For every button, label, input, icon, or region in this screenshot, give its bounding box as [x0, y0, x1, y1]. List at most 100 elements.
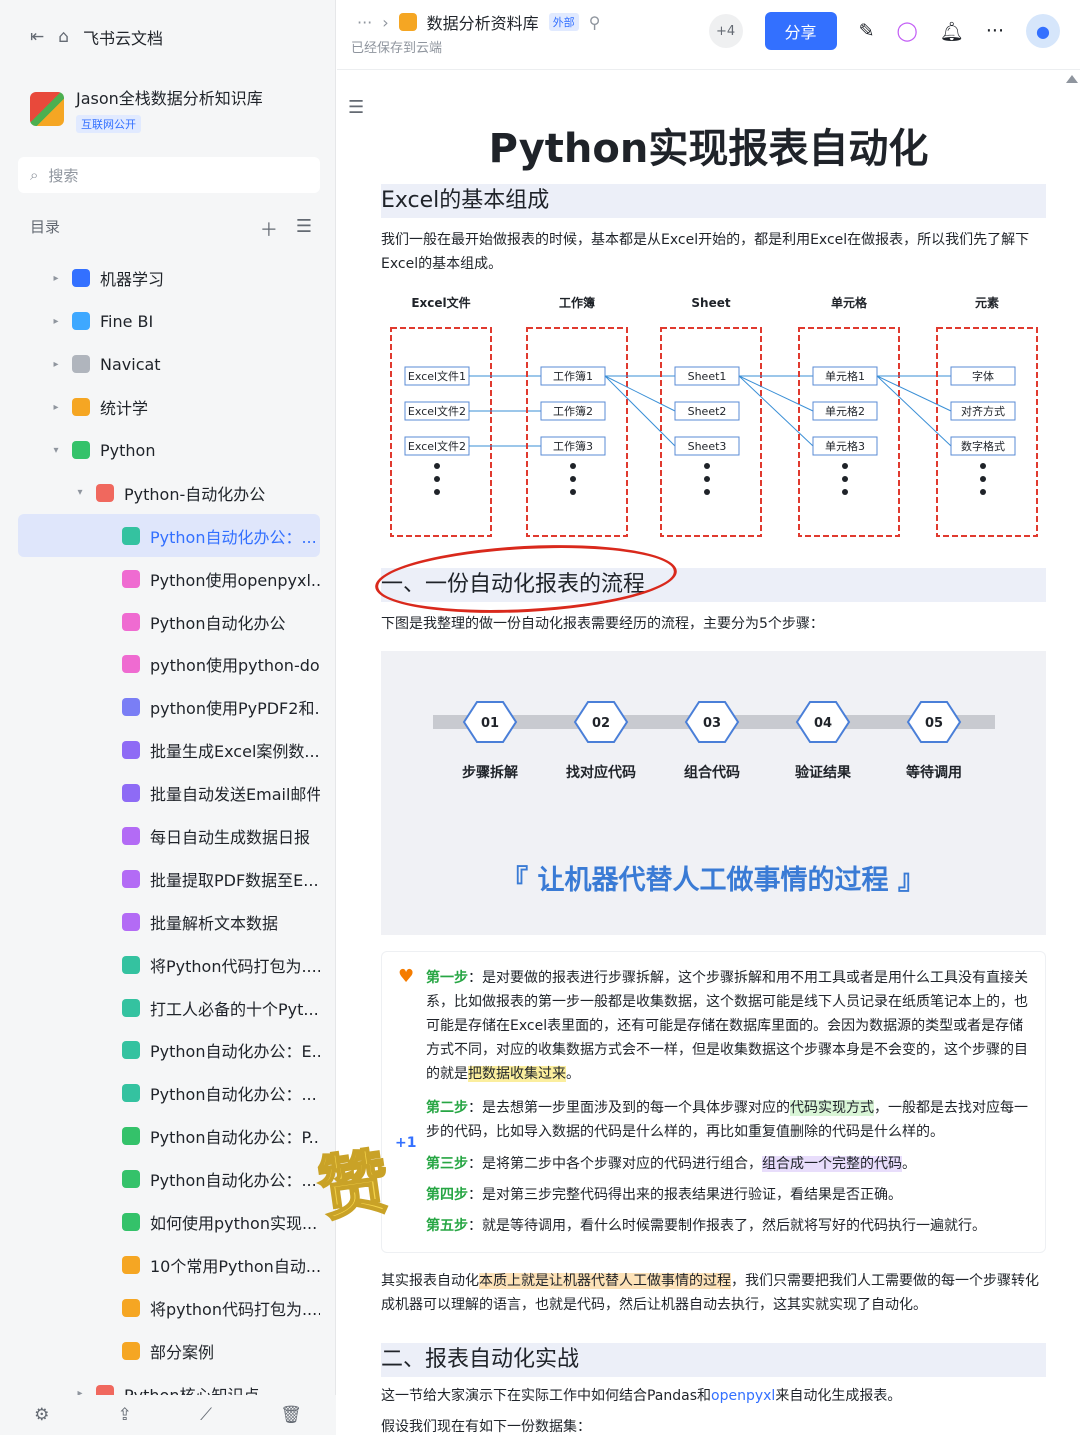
heart-icon: ♥	[398, 966, 415, 987]
sidebar-item[interactable]: ▾ Python-自动化办公	[18, 471, 320, 514]
flow-steps: 01 步骤拆解 02 找对应代码 03 组合代码 04 验证结果 05 等待调用『 让机器代替人工…	[433, 701, 995, 896]
sidebar-item[interactable]: Python使用openpyxl...	[18, 557, 320, 600]
diagram-ellipsis-dot	[980, 463, 986, 469]
sidebar-item[interactable]: ▸ 机器学习	[18, 257, 320, 300]
diagram-cell-label: 单元格3	[825, 439, 865, 453]
flow-step-label: 等待调用	[906, 764, 962, 781]
settings-icon[interactable]: ⚙	[34, 1405, 49, 1425]
diagram-cell-label: 对齐方式	[961, 404, 1005, 418]
search-input[interactable]: ⌕ 搜索	[18, 157, 320, 193]
diagram-column-frame	[526, 327, 628, 537]
sidebar-item[interactable]: 部分案例	[18, 1329, 320, 1372]
outline-toggle-icon[interactable]: ☰	[348, 97, 364, 118]
search-placeholder: 搜索	[48, 166, 79, 185]
app-name[interactable]: 飞书云文档	[83, 25, 163, 49]
edit-icon[interactable]: ✎	[859, 20, 875, 42]
sidebar-item[interactable]: Python自动化办公：...	[18, 1158, 320, 1201]
diagram-column-frame	[936, 327, 1038, 537]
openpyxl-link[interactable]: openpyxl	[711, 1388, 775, 1404]
diagram-connector	[604, 375, 676, 447]
expand-arrow-icon[interactable]: ▸	[50, 359, 62, 370]
header-actions: +4 分享 ✎ ◯ 🔔︎ ··· ●	[708, 12, 1080, 50]
sidebar-item[interactable]: 批量生成Excel案例数...	[18, 729, 320, 772]
sidebar-item[interactable]: 每日自动生成数据日报	[18, 815, 320, 858]
doc-icon	[122, 869, 140, 888]
sidebar-item[interactable]: ▸ 统计学	[18, 386, 320, 429]
sidebar: ⇤ ⌂ 飞书云文档 Jason全栈数据分析知识库 互联网公开 ⌕ 搜索 目录 ＋…	[0, 0, 336, 1435]
diagram-cell-label: Sheet1	[688, 370, 727, 383]
sidebar-item[interactable]: 将python代码打包为....	[18, 1286, 320, 1329]
sidebar-item[interactable]: 如何使用python实现...	[18, 1201, 320, 1244]
sidebar-item-label: 批量生成Excel案例数...	[150, 742, 320, 762]
app-window: ⇤ ⌂ 飞书云文档 Jason全栈数据分析知识库 互联网公开 ⌕ 搜索 目录 ＋…	[0, 0, 1080, 1435]
search-icon: ⌕	[30, 166, 39, 184]
breadcrumb-more[interactable]: ···	[357, 13, 372, 32]
share-button[interactable]: 分享	[764, 12, 837, 50]
sidebar-item-label: 每日自动生成数据日报	[150, 828, 311, 848]
pin-icon[interactable]: ⚲	[589, 13, 601, 32]
doc-name[interactable]: 数据分析资料库	[427, 10, 539, 34]
doc-content: ☰ Python实现报表自动化 Excel的基本组成 我们一般在最开始做报表的时…	[337, 71, 1080, 1435]
diagram-cell-label: 工作簿3	[553, 439, 593, 453]
sidebar-item[interactable]: 将Python代码打包为....	[18, 943, 320, 986]
notification-bell-icon[interactable]: 🔔︎	[940, 20, 964, 43]
ai-assistant-icon[interactable]: ◯	[896, 20, 917, 42]
sidebar-item[interactable]: python使用python-do...	[18, 643, 320, 686]
diagram-connector	[738, 375, 814, 447]
sidebar-item-label: 批量提取PDF数据至E...	[150, 870, 319, 890]
scroll-up-icon[interactable]	[1066, 75, 1078, 83]
diagram-ellipsis-dot	[980, 476, 986, 482]
doc-icon	[72, 312, 90, 331]
diagram-column-header: Excel文件	[411, 295, 470, 310]
collaborators-count[interactable]: +4	[708, 14, 743, 48]
sidebar-item[interactable]: 批量提取PDF数据至E...	[18, 857, 320, 900]
diagram-column-header: 工作簿	[559, 295, 595, 310]
sidebar-item[interactable]: 打工人必备的十个Pyt...	[18, 986, 320, 1029]
more-icon[interactable]: ···	[986, 20, 1004, 42]
add-icon[interactable]: ＋	[260, 216, 278, 242]
diagram-connector	[876, 375, 952, 447]
expand-arrow-icon[interactable]: ▾	[74, 487, 86, 498]
sidebar-item[interactable]: 批量解析文本数据	[18, 900, 320, 943]
sidebar-item-label: 批量自动发送Email邮件	[150, 785, 320, 805]
sidebar-item[interactable]: Python自动化办公：P...	[18, 1115, 320, 1158]
expand-arrow-icon[interactable]: ▾	[50, 445, 62, 456]
outline-icon[interactable]: ☰	[296, 216, 312, 242]
expand-arrow-icon[interactable]: ▸	[50, 273, 62, 284]
sidebar-item[interactable]: Python自动化办公：E...	[18, 1029, 320, 1072]
sidebar-item[interactable]: Python自动化办公：...	[18, 514, 320, 558]
sidebar-item[interactable]: ▾ Python	[18, 429, 320, 472]
sidebar-item-label: python使用python-do...	[150, 656, 320, 676]
step2-text: 第二步：是去想第一步里面涉及到的每一个具体步骤对应的代码实现方式，一般都是去找对…	[426, 1100, 1028, 1140]
collapse-sidebar-icon[interactable]: ⇤	[30, 27, 44, 47]
sidebar-item[interactable]: Python自动化办公：...	[18, 1072, 320, 1115]
sidebar-item[interactable]: ▸ Fine BI	[18, 300, 320, 343]
expand-arrow-icon[interactable]: ▸	[50, 316, 62, 327]
flow-step-label: 步骤拆解	[462, 764, 518, 781]
diagram-ellipsis-dot	[704, 489, 710, 495]
diagram-ellipsis-dot	[434, 489, 440, 495]
sidebar-item[interactable]: 批量自动发送Email邮件	[18, 772, 320, 815]
section-paragraph: 我们一般在最开始做报表的时候，基本都是从Excel开始的，都是利用Excel在做…	[381, 232, 1030, 272]
doc-header: ··· › 数据分析资料库 外部 ⚲ 已经保存到云端 +4 分享 ✎ ◯ 🔔︎ …	[337, 0, 1080, 70]
sidebar-item-label: python使用PyPDF2和...	[150, 699, 320, 719]
knowledge-base-header[interactable]: Jason全栈数据分析知识库 互联网公开	[30, 85, 263, 133]
sidebar-item[interactable]: Python自动化办公	[18, 600, 320, 643]
avatar[interactable]: ●	[1026, 14, 1060, 48]
save-status: 已经保存到云端	[351, 41, 443, 56]
chart-icon[interactable]: ⟋	[200, 1405, 212, 1425]
expand-arrow-icon[interactable]: ▸	[50, 402, 62, 413]
sidebar-item[interactable]: ▸ Navicat	[18, 343, 320, 386]
sidebar-bottom-bar: ⚙ ⇪ ⟋ 🗑	[0, 1395, 336, 1435]
trash-icon[interactable]: 🗑	[280, 1405, 302, 1425]
sidebar-item[interactable]: 10个常用Python自动...	[18, 1243, 320, 1286]
step4-text: 第四步：是对第三步完整代码得出来的报表结果进行验证，看结果是否正确。	[426, 1187, 902, 1203]
home-icon[interactable]: ⌂	[58, 27, 69, 47]
sidebar-item[interactable]: python使用PyPDF2和...	[18, 686, 320, 729]
doc-icon	[122, 1041, 140, 1060]
sidebar-item-label: 将python代码打包为....	[150, 1299, 320, 1319]
share-icon[interactable]: ⇪	[118, 1405, 132, 1425]
sidebar-item-label: Python自动化办公：P...	[150, 1128, 320, 1148]
doc-icon	[122, 1298, 140, 1317]
doc-icon	[122, 569, 140, 588]
